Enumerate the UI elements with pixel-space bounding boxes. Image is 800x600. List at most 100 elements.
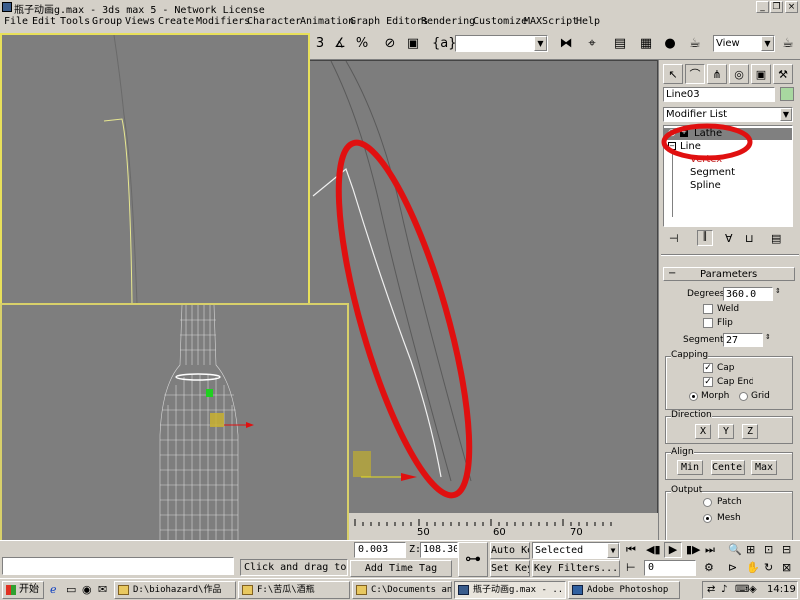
previous-frame-icon[interactable]: ◀▮ <box>646 543 661 556</box>
auto-key-button[interactable]: Auto Key <box>490 542 530 559</box>
taskbar-item-biohazard[interactable]: D:\biohazard\作品 <box>114 581 236 599</box>
timeline-ruler[interactable]: 50 60 70 <box>349 513 658 540</box>
align-icon[interactable]: ⌖ <box>582 34 602 54</box>
weld-checkbox[interactable] <box>703 304 713 314</box>
minimize-button[interactable]: _ <box>756 1 769 13</box>
menu-maxscript[interactable]: MAXScript <box>524 16 578 27</box>
modify-tab-icon[interactable]: ⌒ <box>685 64 705 84</box>
ie-icon[interactable]: ℯ <box>50 583 57 596</box>
percent-snap-icon[interactable]: % <box>352 34 372 54</box>
viewport-top[interactable] <box>0 33 310 306</box>
named-selection-dropdown[interactable]: ▼ <box>455 35 548 52</box>
maxscript-listener-field[interactable] <box>2 557 234 575</box>
set-key-big-button[interactable]: ⊶ <box>458 542 488 577</box>
angle-snap-icon[interactable]: ∡ <box>330 34 350 54</box>
object-name-field[interactable]: Line03 <box>663 87 775 102</box>
snap-icon[interactable]: 3 <box>310 34 330 54</box>
pan-icon[interactable]: ✋ <box>746 561 760 574</box>
time-config-icon[interactable]: ⚙ <box>704 561 714 574</box>
volume-icon[interactable]: ♪ <box>721 584 727 595</box>
render-scene-icon[interactable]: ☕ <box>685 34 705 54</box>
render-type-dropdown[interactable]: View ▼ <box>713 35 775 52</box>
configure-modifier-icon[interactable]: ▤ <box>771 232 781 245</box>
edit-named-selection-icon[interactable]: {a} <box>432 34 457 54</box>
direction-x-button[interactable]: X <box>695 424 711 439</box>
spinner-arrows-icon[interactable]: ⇕ <box>775 287 781 295</box>
quick-render-icon[interactable]: ☕ <box>778 34 798 54</box>
direction-y-button[interactable]: Y <box>718 424 734 439</box>
key-mode-dropdown[interactable]: Selected ▼ <box>532 542 620 559</box>
close-button[interactable]: × <box>785 1 798 13</box>
z-coordinate-field[interactable]: 108.30 <box>420 542 458 558</box>
menu-edit[interactable]: Edit <box>32 16 56 27</box>
utilities-tab-icon[interactable]: ⚒ <box>773 64 793 84</box>
menu-rendering[interactable]: Rendering <box>421 16 475 27</box>
go-to-start-icon[interactable]: ⏮ <box>626 543 636 557</box>
motion-tab-icon[interactable]: ◎ <box>729 64 749 84</box>
antivirus-icon[interactable]: ◈ <box>749 584 757 595</box>
menu-customize[interactable]: Customize <box>473 16 527 27</box>
restore-button[interactable]: ❐ <box>770 1 783 13</box>
direction-z-button[interactable]: Z <box>742 424 758 439</box>
zoom-extents-icon[interactable]: ⊡ <box>764 543 773 556</box>
play-icon[interactable]: ▶ <box>664 542 682 558</box>
chevron-down-icon[interactable]: ▼ <box>780 108 792 121</box>
chevron-down-icon[interactable]: ▼ <box>607 543 619 558</box>
zoom-extents-all-icon[interactable]: ⊟ <box>782 543 791 556</box>
spinner-snap-icon[interactable]: ⊘ <box>380 34 400 54</box>
menu-create[interactable]: Create <box>158 16 194 27</box>
menu-animation[interactable]: Animation <box>300 16 354 27</box>
flip-checkbox[interactable] <box>703 318 713 328</box>
network-icon[interactable]: ⇄ <box>707 584 715 595</box>
track-view-icon[interactable]: ▦ <box>636 34 656 54</box>
hierarchy-tab-icon[interactable]: ⋔ <box>707 64 727 84</box>
grid-radio[interactable] <box>739 392 748 401</box>
make-unique-icon[interactable]: ∀ <box>725 232 733 245</box>
parameters-rollout-header[interactable]: − Parameters <box>663 267 795 281</box>
degrees-spinner[interactable]: 360.0 <box>723 287 773 301</box>
menu-character[interactable]: Character <box>247 16 301 27</box>
modifier-list-dropdown[interactable]: Modifier List ▼ <box>663 107 793 122</box>
maximize-viewport-icon[interactable]: ⊠ <box>782 561 791 574</box>
spinner-arrows-icon[interactable]: ⇕ <box>765 333 771 341</box>
add-time-tag-button[interactable]: Add Time Tag <box>350 560 452 577</box>
mirror-icon[interactable]: ⧓ <box>556 34 576 54</box>
next-frame-icon[interactable]: ▮▶ <box>686 543 701 556</box>
display-tab-icon[interactable]: ▣ <box>751 64 771 84</box>
align-min-button[interactable]: Min <box>677 460 703 475</box>
outlook-icon[interactable]: ✉ <box>98 583 107 596</box>
taskbar-item-3dsmax[interactable]: 瓶子动画g.max - ... <box>454 581 566 599</box>
taskbar-item-kugua[interactable]: F:\苦瓜\酒瓶 <box>238 581 350 599</box>
input-method-icon[interactable]: ⌨ <box>735 584 749 595</box>
pin-stack-icon[interactable]: ⊣ <box>669 232 679 245</box>
stack-subitem-segment[interactable]: Segment <box>690 167 735 178</box>
named-selection-icon[interactable]: ▣ <box>403 34 423 54</box>
segments-spinner[interactable]: 27 <box>723 333 763 347</box>
start-button[interactable]: 开始 <box>2 581 44 599</box>
key-mode-icon[interactable]: ⊢ <box>626 561 636 574</box>
morph-radio[interactable] <box>689 392 698 401</box>
show-end-result-icon[interactable]: ∥ <box>697 230 713 246</box>
stack-subitem-spline[interactable]: Spline <box>690 180 721 191</box>
chevron-down-icon[interactable]: ▼ <box>761 36 774 51</box>
set-key-button[interactable]: Set Key <box>490 560 530 577</box>
x-coordinate-field[interactable]: 0.003 <box>354 542 406 558</box>
taskbar-item-photoshop[interactable]: Adobe Photoshop <box>568 581 680 599</box>
menu-views[interactable]: Views <box>125 16 155 27</box>
object-color-swatch[interactable] <box>780 87 794 101</box>
menu-tools[interactable]: Tools <box>60 16 90 27</box>
menu-file[interactable]: File <box>4 16 28 27</box>
zoom-all-icon[interactable]: ⊞ <box>746 543 755 556</box>
media-icon[interactable]: ◉ <box>82 583 92 596</box>
menu-modifiers[interactable]: Modifiers <box>196 16 250 27</box>
zoom-icon[interactable]: 🔍 <box>728 543 742 556</box>
current-frame-field[interactable]: 0 <box>644 560 696 576</box>
remove-modifier-icon[interactable]: ⊔ <box>745 232 754 245</box>
mesh-radio[interactable] <box>703 514 712 523</box>
chevron-down-icon[interactable]: ▼ <box>534 36 547 51</box>
create-tab-icon[interactable]: ↖ <box>663 64 683 84</box>
layer-manager-icon[interactable]: ▤ <box>610 34 630 54</box>
menu-graph-editors[interactable]: Graph Editors <box>350 16 428 27</box>
viewport-perspective[interactable] <box>0 303 349 550</box>
cap-end-checkbox[interactable]: ✓ <box>703 377 713 387</box>
